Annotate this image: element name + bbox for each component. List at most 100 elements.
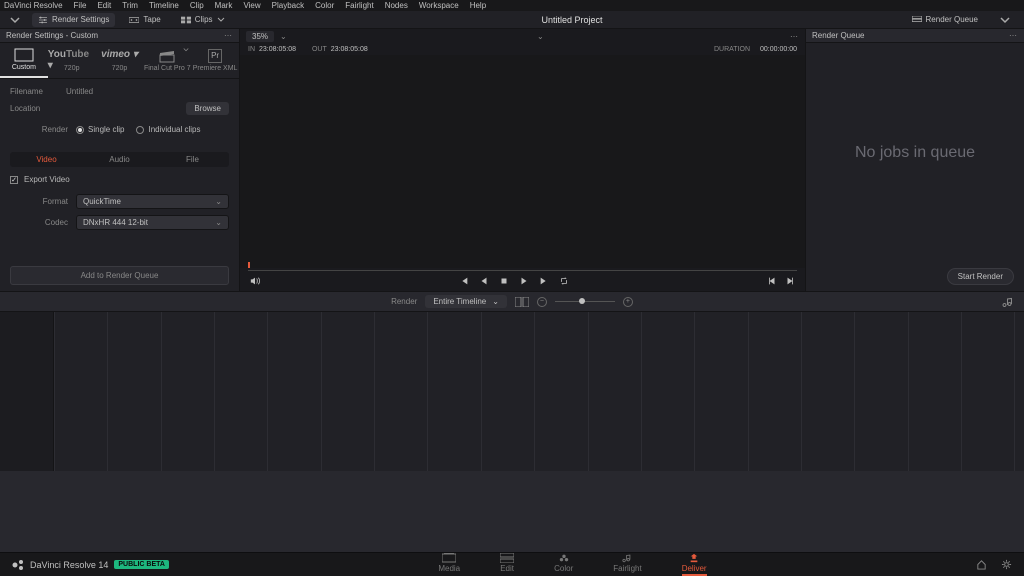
- track-headers[interactable]: [0, 312, 54, 471]
- toolbar: Render Settings Tape Clips Untitled Proj…: [0, 11, 1024, 29]
- fairlight-icon: [622, 553, 632, 563]
- preset-label: 720p: [112, 65, 128, 72]
- chevron-down-icon[interactable]: ⌄: [280, 32, 287, 41]
- menu-edit[interactable]: Edit: [97, 1, 111, 10]
- zoom-level[interactable]: 35%: [246, 31, 274, 42]
- export-video-checkbox[interactable]: ✓: [10, 176, 18, 184]
- preset-vimeo[interactable]: vimeo ▾ 720p: [96, 43, 144, 78]
- preset-label: Premiere XML: [193, 65, 238, 72]
- clips-button[interactable]: Clips: [175, 13, 231, 27]
- filename-label: Filename: [10, 87, 58, 96]
- tab-video[interactable]: Video: [10, 152, 83, 167]
- menu-workspace[interactable]: Workspace: [419, 1, 459, 10]
- browse-button[interactable]: Browse: [186, 102, 229, 115]
- in-timecode[interactable]: 23:08:05:08: [259, 46, 296, 53]
- panel-menu-icon[interactable]: ⋯: [224, 31, 233, 40]
- page-media[interactable]: Media: [438, 553, 460, 576]
- out-timecode[interactable]: 23:08:05:08: [331, 46, 368, 53]
- viewer-menu-icon[interactable]: ⋯: [790, 32, 799, 41]
- render-queue-title: Render Queue: [812, 31, 864, 40]
- preset-row: Custom YouTube ▾ 720p vimeo ▾ 720p Final…: [0, 43, 239, 79]
- menu-color[interactable]: Color: [315, 1, 334, 10]
- zoom-slider[interactable]: [555, 301, 615, 302]
- render-queue-button[interactable]: Render Queue: [906, 13, 984, 27]
- media-icon: [442, 553, 456, 563]
- preset-custom[interactable]: Custom: [0, 43, 48, 78]
- menu-view[interactable]: View: [243, 1, 260, 10]
- toolbar-expand-left[interactable]: [6, 13, 28, 27]
- menu-playback[interactable]: Playback: [272, 1, 304, 10]
- out-label: OUT: [312, 46, 327, 53]
- mark-out-icon[interactable]: [785, 276, 795, 286]
- preset-premiere[interactable]: Pr Premiere XML: [191, 43, 239, 78]
- page-deliver[interactable]: Deliver: [682, 553, 707, 576]
- menu-app[interactable]: DaVinci Resolve: [4, 1, 63, 10]
- start-render-button[interactable]: Start Render: [947, 268, 1014, 285]
- viewer-canvas[interactable]: [240, 55, 805, 268]
- custom-preset-icon: [14, 48, 34, 62]
- menu-help[interactable]: Help: [470, 1, 486, 10]
- export-video-label: Export Video: [24, 175, 70, 184]
- format-select[interactable]: QuickTime ⌄: [76, 194, 229, 209]
- render-scope-label: Render: [391, 297, 417, 306]
- brand-name: DaVinci Resolve 14: [30, 560, 108, 570]
- brand: DaVinci Resolve 14 PUBLIC BETA: [12, 559, 169, 571]
- chevron-down-icon[interactable]: ⌄: [537, 32, 544, 41]
- zoom-out-icon[interactable]: −: [537, 297, 547, 307]
- render-queue-label: Render Queue: [926, 15, 978, 24]
- settings-tabs: Video Audio File: [10, 152, 229, 167]
- panel-menu-icon[interactable]: ⋯: [1009, 31, 1018, 40]
- preset-fcp[interactable]: Final Cut Pro 7: [143, 43, 191, 78]
- volume-icon[interactable]: [250, 276, 260, 286]
- menu-file[interactable]: File: [74, 1, 87, 10]
- menu-nodes[interactable]: Nodes: [385, 1, 408, 10]
- duration-timecode: 00:00:00:00: [760, 46, 797, 53]
- render-scope-select[interactable]: Entire Timeline ⌄: [425, 295, 507, 308]
- app-logo-icon: [12, 559, 24, 571]
- gear-icon[interactable]: [1001, 559, 1012, 570]
- preset-youtube[interactable]: YouTube ▾ 720p: [48, 43, 96, 78]
- render-settings-header: Render Settings - Custom ⋯: [0, 29, 239, 43]
- page-label: Color: [554, 564, 573, 573]
- menu-timeline[interactable]: Timeline: [149, 1, 179, 10]
- menu-fairlight[interactable]: Fairlight: [345, 1, 373, 10]
- render-queue-header: Render Queue ⋯: [806, 29, 1024, 43]
- render-settings-title: Render Settings - Custom: [6, 31, 98, 40]
- edit-icon: [500, 553, 514, 563]
- menu-clip[interactable]: Clip: [190, 1, 204, 10]
- tape-button[interactable]: Tape: [123, 13, 166, 27]
- individual-clips-radio[interactable]: [136, 126, 144, 134]
- filename-value[interactable]: Untitled: [66, 87, 229, 96]
- menu-mark[interactable]: Mark: [215, 1, 233, 10]
- add-to-render-queue-button[interactable]: Add to Render Queue: [10, 266, 229, 285]
- tab-file[interactable]: File: [156, 152, 229, 167]
- first-frame-icon[interactable]: [459, 276, 469, 286]
- chevron-down-icon: ⌄: [492, 297, 499, 306]
- codec-select[interactable]: DNxHR 444 12-bit ⌄: [76, 215, 229, 230]
- stop-icon[interactable]: [499, 276, 509, 286]
- codec-value: DNxHR 444 12-bit: [83, 218, 148, 227]
- mark-in-icon[interactable]: [767, 276, 777, 286]
- loop-icon[interactable]: [559, 276, 569, 286]
- home-icon[interactable]: [976, 559, 987, 570]
- menu-trim[interactable]: Trim: [122, 1, 138, 10]
- clips-label: Clips: [195, 15, 213, 24]
- tab-audio[interactable]: Audio: [83, 152, 156, 167]
- page-color[interactable]: Color: [554, 553, 573, 576]
- track-body[interactable]: [54, 312, 1024, 471]
- play-reverse-icon[interactable]: [479, 276, 489, 286]
- vimeo-icon: vimeo ▾: [101, 49, 138, 63]
- thumbnail-view-icon[interactable]: [515, 297, 529, 307]
- render-mode-label: Render: [10, 125, 68, 134]
- play-icon[interactable]: [519, 276, 529, 286]
- zoom-in-icon[interactable]: +: [623, 297, 633, 307]
- page-edit[interactable]: Edit: [500, 553, 514, 576]
- toolbar-expand-right[interactable]: [996, 13, 1018, 27]
- music-note-icon[interactable]: [1002, 296, 1014, 308]
- render-settings-button[interactable]: Render Settings: [32, 13, 115, 27]
- page-tabs: DaVinci Resolve 14 PUBLIC BETA Media Edi…: [0, 552, 1024, 576]
- single-clip-radio[interactable]: [76, 126, 84, 134]
- page-fairlight[interactable]: Fairlight: [613, 553, 641, 576]
- timeline-tracks[interactable]: [0, 311, 1024, 471]
- last-frame-icon[interactable]: [539, 276, 549, 286]
